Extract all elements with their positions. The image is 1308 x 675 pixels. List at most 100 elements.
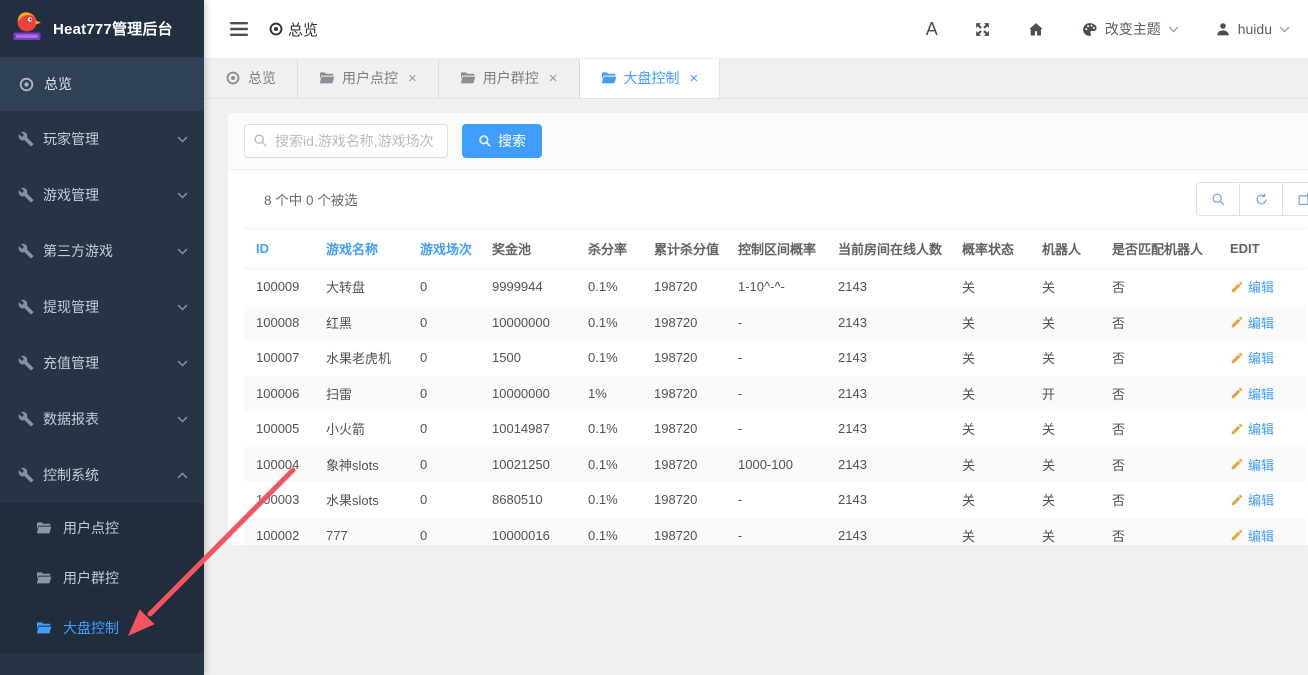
games-table-wrap: ID游戏名称游戏场次奖金池杀分率累计杀分值控制区间概率当前房间在线人数概率状态机… <box>228 228 1308 545</box>
edit-button[interactable]: 编辑 <box>1230 277 1274 296</box>
column-header-2[interactable]: 游戏场次 <box>408 229 480 269</box>
palette-icon <box>1081 21 1098 38</box>
edit-button[interactable]: 编辑 <box>1230 313 1274 332</box>
chevron-down-icon <box>177 416 188 423</box>
chevron-down-icon <box>177 248 188 255</box>
tab-1[interactable]: 用户点控× <box>298 58 439 98</box>
sidebar-group-0[interactable]: 玩家管理 <box>0 111 204 167</box>
sidebar-subitem-2[interactable]: 大盘控制 <box>0 603 204 653</box>
user-menu[interactable]: huidu <box>1215 21 1290 37</box>
table-row: 1000027770100000160.1%198720-2143关关否编辑 <box>244 518 1306 546</box>
sidebar-group-label: 充值管理 <box>43 353 177 373</box>
refresh-button[interactable] <box>1239 182 1283 216</box>
cell-edit: 编辑 <box>1218 269 1306 305</box>
folder-icon <box>36 521 52 535</box>
folder-icon <box>460 71 476 85</box>
search-input[interactable] <box>244 124 448 158</box>
edit-button[interactable]: 编辑 <box>1230 348 1274 367</box>
cell-pool: 8680510 <box>480 482 576 518</box>
font-size-icon[interactable]: A <box>926 19 938 40</box>
cell-edit: 编辑 <box>1218 482 1306 518</box>
column-header-1[interactable]: 游戏名称 <box>314 229 408 269</box>
data-panel: 搜索 8 个中 0 个被选 <box>228 113 1308 545</box>
cell-control_range: - <box>726 376 826 412</box>
edit-button[interactable]: 编辑 <box>1230 526 1274 545</box>
sidebar-subitem-0[interactable]: 用户点控 <box>0 503 204 553</box>
cell-prob_state: 关 <box>950 376 1030 412</box>
sidebar-group-2[interactable]: 第三方游戏 <box>0 223 204 279</box>
chevron-down-icon <box>177 192 188 199</box>
table-row: 100009大转盘099999440.1%1987201-10^-^-2143关… <box>244 269 1306 305</box>
edit-button[interactable]: 编辑 <box>1230 455 1274 474</box>
cell-kill_total: 198720 <box>642 411 726 447</box>
column-header-0[interactable]: ID <box>244 229 314 269</box>
home-icon[interactable] <box>1027 21 1045 38</box>
selection-count: 8 个中 0 个被选 <box>264 189 358 209</box>
close-tab-icon[interactable]: × <box>408 71 417 86</box>
admin-app: Heat777管理后台 总览 玩家管理游戏管理第三方游戏提现管理充值管理数据报表… <box>0 0 1308 675</box>
cell-match_robot: 否 <box>1100 518 1218 546</box>
overview-icon <box>268 21 284 37</box>
edit-button[interactable]: 编辑 <box>1230 384 1274 403</box>
fullscreen-icon[interactable] <box>974 21 991 38</box>
cell-control_range: - <box>726 482 826 518</box>
menu-toggle-icon[interactable] <box>230 21 248 37</box>
cell-pool: 10014987 <box>480 411 576 447</box>
cell-kill_total: 198720 <box>642 340 726 376</box>
overview-icon <box>225 70 241 86</box>
edit-button[interactable]: 编辑 <box>1230 419 1274 438</box>
search-button[interactable]: 搜索 <box>462 124 542 158</box>
sidebar-item-overview[interactable]: 总览 <box>0 57 204 111</box>
cell-robot: 关 <box>1030 482 1100 518</box>
topbar-right: A 改变主题 <box>926 19 1308 40</box>
cell-robot: 关 <box>1030 447 1100 483</box>
cell-id: 100007 <box>244 340 314 376</box>
folder-icon <box>36 571 52 585</box>
edit-button[interactable]: 编辑 <box>1230 490 1274 509</box>
cell-kill_rate: 0.1% <box>576 340 642 376</box>
cell-online: 2143 <box>826 340 950 376</box>
column-header-11: EDIT <box>1218 229 1306 269</box>
close-tab-icon[interactable]: × <box>690 71 699 86</box>
close-tab-icon[interactable]: × <box>549 71 558 86</box>
tab-3[interactable]: 大盘控制× <box>580 58 721 98</box>
cell-kill_rate: 0.1% <box>576 305 642 341</box>
edit-label: 编辑 <box>1248 384 1274 403</box>
sidebar-group-6[interactable]: 控制系统 <box>0 447 204 503</box>
cell-session: 0 <box>408 376 480 412</box>
tab-2[interactable]: 用户群控× <box>439 58 580 98</box>
sidebar-group-label: 控制系统 <box>43 465 177 485</box>
cell-prob_state: 关 <box>950 305 1030 341</box>
sidebar-group-3[interactable]: 提现管理 <box>0 279 204 335</box>
export-button[interactable] <box>1282 182 1308 216</box>
topbar: 总览 A 改变主题 <box>204 0 1308 59</box>
cell-match_robot: 否 <box>1100 376 1218 412</box>
cell-edit: 编辑 <box>1218 518 1306 546</box>
search-icon <box>253 133 268 148</box>
sidebar-subitem-1[interactable]: 用户群控 <box>0 553 204 603</box>
folder-icon <box>319 71 335 85</box>
sidebar-group-1[interactable]: 游戏管理 <box>0 167 204 223</box>
cell-id: 100008 <box>244 305 314 341</box>
cell-edit: 编辑 <box>1218 447 1306 483</box>
search-action-button[interactable] <box>1196 182 1240 216</box>
sidebar-item-label: 总览 <box>44 74 72 94</box>
logo-bar: Heat777管理后台 <box>0 0 204 57</box>
cell-online: 2143 <box>826 411 950 447</box>
sidebar-group-4[interactable]: 充值管理 <box>0 335 204 391</box>
cell-robot: 关 <box>1030 305 1100 341</box>
wrench-icon <box>18 243 35 259</box>
sidebar-group-5[interactable]: 数据报表 <box>0 391 204 447</box>
cell-online: 2143 <box>826 305 950 341</box>
cell-online: 2143 <box>826 447 950 483</box>
user-icon <box>1215 21 1231 37</box>
edit-label: 编辑 <box>1248 526 1274 545</box>
table-header-row: ID游戏名称游戏场次奖金池杀分率累计杀分值控制区间概率当前房间在线人数概率状态机… <box>244 229 1306 269</box>
theme-switcher[interactable]: 改变主题 <box>1081 19 1179 39</box>
cell-name: 扫雷 <box>314 376 408 412</box>
column-header-10: 是否匹配机器人 <box>1100 229 1218 269</box>
cell-prob_state: 关 <box>950 482 1030 518</box>
cell-prob_state: 关 <box>950 447 1030 483</box>
cell-kill_total: 198720 <box>642 376 726 412</box>
tab-0[interactable]: 总览 <box>204 58 298 98</box>
